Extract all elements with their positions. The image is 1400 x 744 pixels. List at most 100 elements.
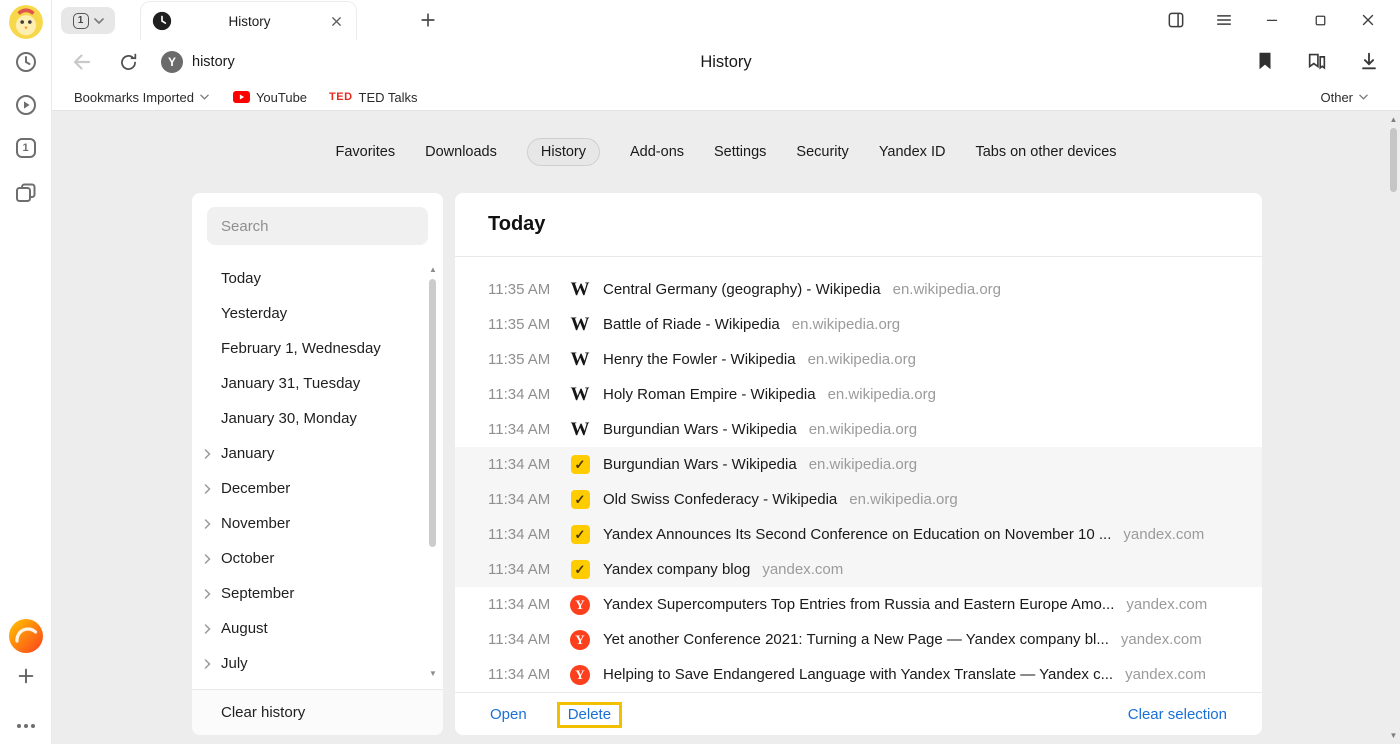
back-icon[interactable] [70,50,94,74]
bookmarks-other[interactable]: Other [1320,90,1368,105]
history-list-card: Today 11:35 AM W ✓ Y Central Germany (ge… [455,193,1262,735]
entry-time: 11:34 AM [488,456,570,473]
date-filter-item[interactable]: Today [192,261,443,296]
nav-tab[interactable]: Tabs on other devices [975,139,1116,165]
month-filter-label: December [221,480,290,497]
scroll-up-icon[interactable]: ▲ [427,263,439,275]
page-scrollbar[interactable]: ▲ ▼ [1387,111,1400,744]
history-entry-row[interactable]: 11:34 AM W ✓ Y Burgundian Wars - Wikiped… [455,412,1262,447]
address-bar[interactable]: Y history [161,51,235,73]
wikipedia-icon: W [571,280,590,299]
date-filter-item[interactable]: Yesterday [192,296,443,331]
date-filter-item[interactable]: January 31, Tuesday [192,366,443,401]
history-icon[interactable] [14,50,38,74]
scrollbar-thumb[interactable] [429,279,436,547]
entry-time: 11:34 AM [488,666,570,683]
close-icon[interactable] [1344,0,1392,40]
nav-tab[interactable]: Add-ons [630,139,684,165]
menu-icon[interactable] [1200,0,1248,40]
month-filter-item[interactable]: September [192,576,443,611]
entry-domain: en.wikipedia.org [809,456,917,473]
scroll-down-icon[interactable]: ▼ [1387,729,1400,742]
bookmark-ted-label: TED Talks [359,90,418,105]
selected-checkbox-icon[interactable]: ✓ [571,490,590,509]
history-entry-row[interactable]: 11:34 AM W ✓ Y Burgundian Wars - Wikiped… [455,447,1262,482]
history-entry-row[interactable]: 11:34 AM W ✓ Y Yandex Supercomputers Top… [455,587,1262,622]
user-avatar[interactable] [9,5,43,39]
month-filter-item[interactable]: October [192,541,443,576]
toolbar-actions [1254,50,1382,74]
month-filter-label: October [221,550,274,567]
nav-tab[interactable]: Downloads [425,139,497,165]
nav-tab[interactable]: Security [796,139,848,165]
tab-group-button[interactable]: 1 [61,7,115,34]
tab-close-icon[interactable] [327,12,345,30]
entry-domain: en.wikipedia.org [809,421,917,438]
page-title: History [52,53,1400,72]
history-entry-row[interactable]: 11:35 AM W ✓ Y Central Germany (geograph… [455,272,1262,307]
screenshot-tabs-icon[interactable] [14,181,38,205]
scroll-down-icon[interactable]: ▼ [427,667,439,679]
entry-domain: yandex.com [1126,596,1207,613]
month-filter-item[interactable]: July [192,646,443,681]
sidebar-scrollbar[interactable]: ▲ ▼ [427,263,439,679]
yandex-favicon: Y [570,665,590,685]
bookmark-youtube[interactable]: YouTube [233,90,307,105]
collections-icon[interactable] [1306,50,1330,74]
month-filter-item[interactable]: December [192,471,443,506]
entry-time: 11:34 AM [488,596,570,613]
selection-actions-bar: Open Delete Clear selection [455,692,1262,736]
maximize-icon[interactable] [1296,0,1344,40]
yandex-browser-logo[interactable] [8,618,44,654]
downloads-icon[interactable] [1358,50,1382,74]
month-filter-item[interactable]: August [192,611,443,646]
bookmark-ted-talks[interactable]: TED TED Talks [329,90,418,105]
search-box[interactable] [207,207,428,245]
side-panel-icon[interactable] [1152,0,1200,40]
history-entry-row[interactable]: 11:34 AM W ✓ Y Helping to Save Endangere… [455,657,1262,692]
nav-tab[interactable]: Yandex ID [879,139,946,165]
entry-favicon-slot: W ✓ Y [570,385,590,404]
address-text: history [192,54,235,70]
history-entry-row[interactable]: 11:34 AM W ✓ Y Yandex Announces Its Seco… [455,517,1262,552]
date-filter-item[interactable]: February 1, Wednesday [192,331,443,366]
clear-history-button[interactable]: Clear history [192,689,443,735]
entry-time: 11:34 AM [488,421,570,438]
tab-title: History [172,14,327,29]
entry-time: 11:35 AM [488,351,570,368]
entry-domain: en.wikipedia.org [849,491,957,508]
history-entry-row[interactable]: 11:35 AM W ✓ Y Battle of Riade - Wikiped… [455,307,1262,342]
search-input[interactable] [221,218,414,235]
nav-tab[interactable]: Favorites [335,139,395,165]
bookmarks-folder[interactable]: Bookmarks Imported [74,90,209,105]
new-tab-button[interactable] [418,10,438,30]
clear-selection-link[interactable]: Clear selection [1128,706,1227,723]
history-entry-row[interactable]: 11:34 AM W ✓ Y Yandex company blog yande… [455,552,1262,587]
bookmark-icon[interactable] [1254,50,1278,74]
rail-add-button[interactable] [15,665,37,687]
scroll-up-icon[interactable]: ▲ [1387,113,1400,126]
date-filter-item[interactable]: January 30, Monday [192,401,443,436]
tab-count-icon[interactable]: 1 [16,138,36,158]
selected-checkbox-icon[interactable]: ✓ [571,525,590,544]
open-link[interactable]: Open [490,706,527,723]
month-filter-item[interactable]: November [192,506,443,541]
history-entry-row[interactable]: 11:35 AM W ✓ Y Henry the Fowler - Wikipe… [455,342,1262,377]
entry-title: Yandex Announces Its Second Conference o… [603,526,1111,543]
media-play-icon[interactable] [14,93,38,117]
month-filter-item[interactable]: January [192,436,443,471]
history-entry-row[interactable]: 11:34 AM W ✓ Y Old Swiss Confederacy - W… [455,482,1262,517]
selected-checkbox-icon[interactable]: ✓ [571,560,590,579]
rail-more-button[interactable] [15,722,37,730]
history-entry-row[interactable]: 11:34 AM W ✓ Y Yet another Conference 20… [455,622,1262,657]
reload-icon[interactable] [118,52,139,73]
selected-checkbox-icon[interactable]: ✓ [571,455,590,474]
delete-link[interactable]: Delete [568,706,611,723]
nav-tab[interactable]: Settings [714,139,766,165]
history-entry-row[interactable]: 11:34 AM W ✓ Y Holy Roman Empire - Wikip… [455,377,1262,412]
scrollbar-thumb[interactable] [1390,128,1397,192]
minimize-icon[interactable] [1248,0,1296,40]
tab-history[interactable]: History [140,1,357,40]
nav-tab[interactable]: History [527,138,600,166]
clear-history-label: Clear history [221,704,305,721]
